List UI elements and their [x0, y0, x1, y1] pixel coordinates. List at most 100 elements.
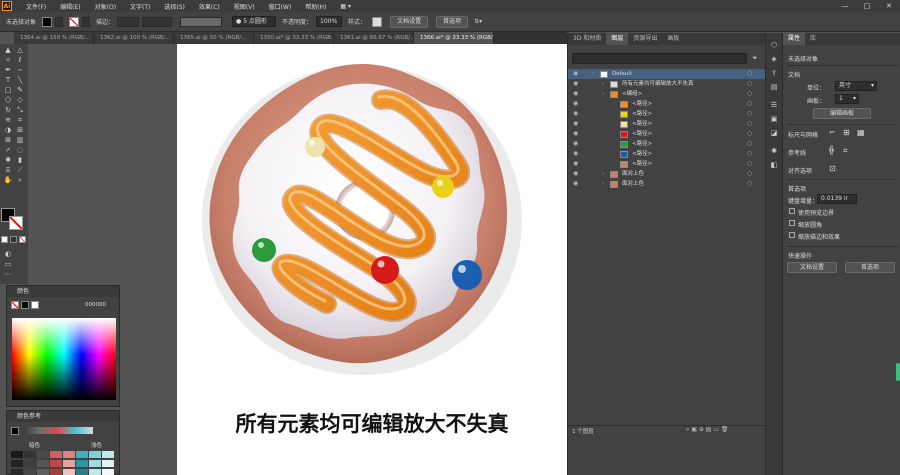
visibility-eye-icon[interactable]: ◉: [573, 129, 578, 139]
layer-row[interactable]: ◉ › 所有元素均可编辑放大不失真 ○: [568, 79, 766, 89]
guide-swatch[interactable]: [76, 460, 88, 467]
guide-swatch[interactable]: [63, 460, 75, 467]
rectangle-tool-icon[interactable]: □: [3, 86, 13, 95]
harmony-strip[interactable]: [23, 427, 93, 434]
layer-row[interactable]: ◉ <路径> ○: [568, 99, 766, 109]
appearance-icon[interactable]: ✺: [769, 147, 779, 156]
guide-swatch[interactable]: [24, 460, 36, 467]
guide-swatch[interactable]: [76, 469, 88, 475]
tab-layers[interactable]: 图层: [606, 33, 629, 45]
mesh-tool-icon[interactable]: ⊠: [3, 136, 13, 145]
menu-window[interactable]: 窗口(W): [269, 2, 292, 11]
opacity-field[interactable]: 100%: [316, 16, 343, 27]
target-circle-icon[interactable]: ○: [747, 89, 752, 99]
fill-swatch[interactable]: [42, 16, 53, 27]
expand-chevron-icon[interactable]: ›: [602, 179, 604, 189]
graph-tool-icon[interactable]: ▮: [15, 156, 25, 165]
pathfinder-icon[interactable]: ◪: [769, 129, 779, 138]
guide-swatch[interactable]: [102, 460, 114, 467]
target-circle-icon[interactable]: ○: [747, 139, 752, 149]
hand-tool-icon[interactable]: ✋: [3, 176, 13, 185]
workspace-grid-icon[interactable]: ▦ ▾: [340, 3, 351, 10]
menu-select[interactable]: 选择(S): [164, 2, 185, 11]
doc-setup-button-panel[interactable]: 文档设置: [787, 262, 837, 273]
rotate-tool-icon[interactable]: ↻: [3, 106, 13, 115]
menu-object[interactable]: 对象(O): [95, 2, 116, 11]
guide-swatch[interactable]: [89, 460, 101, 467]
target-circle-icon[interactable]: ○: [747, 149, 752, 159]
graphic-styles-icon[interactable]: ◧: [769, 161, 779, 170]
layer-row[interactable]: ◉ <路径> ○: [568, 149, 766, 159]
rulers-icon[interactable]: ⌐: [829, 128, 836, 137]
filter-icon[interactable]: ⏷: [752, 54, 758, 63]
guide-swatch[interactable]: [102, 451, 114, 458]
layers-icon[interactable]: ◈: [769, 55, 779, 64]
guide-swatch[interactable]: [24, 451, 36, 458]
layer-row[interactable]: ◉ › <编组> ○: [568, 89, 766, 99]
tab-asset-export[interactable]: 资源导出: [628, 33, 662, 45]
guide-swatch[interactable]: [11, 460, 23, 467]
maximize-button[interactable]: □: [856, 0, 878, 12]
artboard-dropdown[interactable]: 1 ▾: [835, 94, 859, 104]
base-color-swatch[interactable]: [11, 427, 19, 435]
draw-mode-icon[interactable]: ◐: [3, 250, 13, 259]
close-button[interactable]: ✕: [878, 0, 900, 12]
shape-builder-icon[interactable]: ◑: [3, 126, 13, 135]
3d-icon[interactable]: ⬡: [769, 41, 779, 50]
align-icon[interactable]: ☰: [769, 101, 779, 110]
edit-artboard-button[interactable]: 编辑画板: [813, 108, 871, 119]
scale-corners-checkbox[interactable]: [789, 220, 795, 226]
visibility-eye-icon[interactable]: ◉: [573, 149, 578, 159]
visibility-eye-icon[interactable]: ◉: [573, 169, 578, 179]
eyedropper-icon[interactable]: ⌿: [3, 146, 13, 155]
perspective-grid-icon[interactable]: ⊞: [15, 126, 25, 135]
guide-swatch[interactable]: [63, 451, 75, 458]
tab-artboards[interactable]: 画板: [662, 33, 684, 45]
preferences-button[interactable]: 首选项: [436, 15, 469, 28]
none-mode-icon[interactable]: [19, 236, 26, 243]
color-mode-icon[interactable]: [1, 236, 8, 243]
layer-row[interactable]: ◉ <路径> ○: [568, 119, 766, 129]
target-circle-icon[interactable]: ○: [747, 79, 752, 89]
doc-tab-active[interactable]: 1366.ai* @ 33.33 % (RGB/...: [414, 32, 494, 44]
visibility-eye-icon[interactable]: ◉: [573, 179, 578, 189]
scale-tool-icon[interactable]: ⤡: [15, 106, 25, 115]
brush-dropdown[interactable]: ● 5 点圆形: [232, 16, 277, 27]
zoom-tool-icon[interactable]: ⌕: [15, 176, 25, 185]
menu-view[interactable]: 视图(V): [234, 2, 255, 11]
guide-swatch[interactable]: [37, 460, 49, 467]
stroke-weight-field[interactable]: [117, 16, 140, 27]
target-circle-icon[interactable]: ○: [747, 119, 752, 129]
menu-file[interactable]: 文件(F): [26, 2, 46, 11]
magic-wand-icon[interactable]: ✧: [3, 56, 13, 65]
slice-tool-icon[interactable]: ⟋: [15, 166, 25, 175]
guide-swatch[interactable]: [76, 451, 88, 458]
expand-chevron-icon[interactable]: ›: [602, 89, 604, 99]
artboards-icon[interactable]: ▤: [769, 83, 779, 92]
target-circle-icon[interactable]: ○: [747, 99, 752, 109]
guide-swatch[interactable]: [24, 469, 36, 475]
variable-width-dropdown[interactable]: [180, 16, 223, 27]
visibility-eye-icon[interactable]: ◉: [573, 109, 578, 119]
guide-swatch[interactable]: [37, 469, 49, 475]
layer-row[interactable]: ◉ › Default ○: [568, 69, 766, 79]
visibility-eye-icon[interactable]: ◉: [573, 119, 578, 129]
paintbrush-tool-icon[interactable]: ✎: [15, 86, 25, 95]
tab-3d-materials[interactable]: 3D 和材质: [568, 33, 606, 45]
lasso-icon[interactable]: ℓ: [15, 56, 25, 65]
tab-properties[interactable]: 属性: [783, 33, 806, 45]
keyboard-increment-field[interactable]: 0.0139 ir: [817, 194, 857, 204]
guide-swatch[interactable]: [11, 469, 23, 475]
guide-swatch[interactable]: [50, 469, 62, 475]
hex-value[interactable]: 000000: [85, 302, 106, 308]
pen-tool-icon[interactable]: ✒: [3, 66, 13, 75]
gradient-tool-icon[interactable]: ▥: [15, 136, 25, 145]
visibility-eye-icon[interactable]: ◉: [573, 89, 578, 99]
doc-tab[interactable]: 1361.ai @ 66.67 % (RGB/...: [334, 32, 414, 44]
doc-setup-button[interactable]: 文档设置: [390, 15, 429, 28]
black-swatch[interactable]: [21, 301, 29, 309]
free-transform-icon[interactable]: ⌗: [15, 116, 25, 125]
stroke-swatch[interactable]: [69, 16, 80, 27]
preview-bounds-checkbox[interactable]: [789, 208, 795, 214]
visibility-eye-icon[interactable]: ◉: [573, 159, 578, 169]
